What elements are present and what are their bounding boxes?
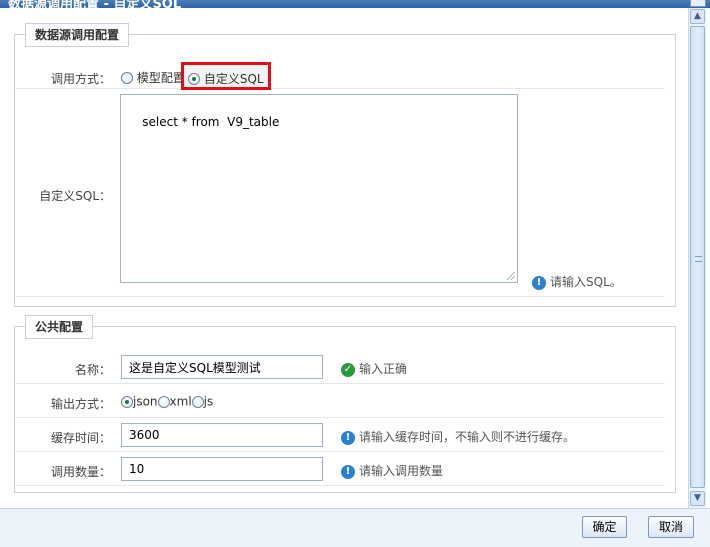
radio-label: 模型配置 [136, 71, 185, 85]
output-method-label: 输出方式： [50, 397, 111, 411]
selected-option-highlight: 自定义SQL [181, 62, 271, 90]
output-method-row: 输出方式： json xml js [15, 385, 665, 418]
info-icon: ! [341, 430, 355, 445]
call-count-row: 调用数量： ! 请输入调用数量 [15, 453, 665, 486]
name-status: ✓ 输入正确 [341, 360, 407, 377]
sql-hint: ! 请输入SQL。 [532, 273, 622, 290]
section-legend: 数据源调用配置 [25, 23, 130, 47]
call-count-hint: ! 请输入调用数量 [341, 462, 443, 479]
radio-label: 自定义SQL [203, 72, 264, 86]
vertical-scrollbar[interactable]: ▲ ▼ [688, 8, 706, 508]
radio-button[interactable] [157, 395, 170, 408]
section-legend: 公共配置 [25, 315, 94, 339]
info-icon: ! [532, 275, 546, 290]
window-control-button[interactable] [690, 0, 706, 7]
radio-label: js [203, 394, 214, 409]
confirm-button[interactable]: 确定 [582, 516, 627, 538]
cache-time-input[interactable] [121, 423, 323, 447]
dialog-titlebar: 数据源调用配置 - 自定义SQL [0, 0, 710, 8]
cache-time-hint: ! 请输入缓存时间，不输入则不进行缓存。 [341, 428, 575, 445]
output-method-options: json xml js [121, 394, 213, 409]
radio-label: json [133, 394, 158, 409]
chevron-down-icon[interactable]: ▼ [690, 491, 705, 506]
name-input[interactable] [121, 355, 323, 379]
scroll-grip-icon [695, 256, 702, 262]
dialog-content: 数据源调用配置 调用方式： 模型配置 自定义SQL： ! 请输入SQL。 自定义S… [0, 8, 688, 508]
call-method-label: 调用方式： [50, 72, 111, 86]
radio-option-model-config[interactable]: 模型配置 [121, 69, 185, 86]
radio-label: xml [169, 394, 192, 409]
radio-option-custom-sql[interactable]: 自定义SQL [188, 70, 264, 87]
check-circle-icon: ✓ [341, 362, 355, 377]
dialog-title: 数据源调用配置 - 自定义SQL [8, 0, 182, 8]
call-count-input[interactable] [121, 457, 323, 481]
radio-button[interactable] [121, 71, 133, 84]
call-method-row: 调用方式： 模型配置 [15, 59, 665, 89]
name-row: 名称： ✓ 输入正确 [15, 349, 665, 384]
cache-time-label: 缓存时间： [50, 431, 111, 445]
cache-time-hint-text: 请输入缓存时间，不输入则不进行缓存。 [359, 430, 576, 444]
radio-button-selected[interactable] [121, 395, 133, 408]
cache-time-row: 缓存时间： ! 请输入缓存时间，不输入则不进行缓存。 [15, 419, 665, 452]
custom-sql-label: 自定义SQL： [39, 189, 111, 203]
scrollbar-thumb[interactable] [690, 26, 705, 488]
name-status-text: 输入正确 [359, 362, 408, 376]
cancel-button[interactable]: 取消 [648, 516, 694, 538]
chevron-up-icon[interactable]: ▲ [690, 9, 705, 24]
sql-text: select * from V9_table [142, 115, 280, 129]
custom-sql-textarea[interactable]: select * from V9_table [120, 94, 518, 283]
radio-button[interactable] [191, 395, 204, 408]
name-label: 名称： [74, 363, 111, 377]
radio-button-selected[interactable] [188, 72, 200, 85]
resize-grip-icon[interactable] [507, 272, 515, 280]
dialog-footer: 确定 取消 [0, 508, 710, 547]
public-config-section: 公共配置 名称： ✓ 输入正确 输出方式： jsonxmljs 缓存时间： ! 请输… [14, 315, 676, 493]
call-count-label: 调用数量： [50, 465, 111, 479]
call-count-hint-text: 请输入调用数量 [359, 464, 444, 478]
sql-hint-text: 请输入SQL。 [550, 275, 622, 289]
info-icon: ! [341, 464, 355, 479]
